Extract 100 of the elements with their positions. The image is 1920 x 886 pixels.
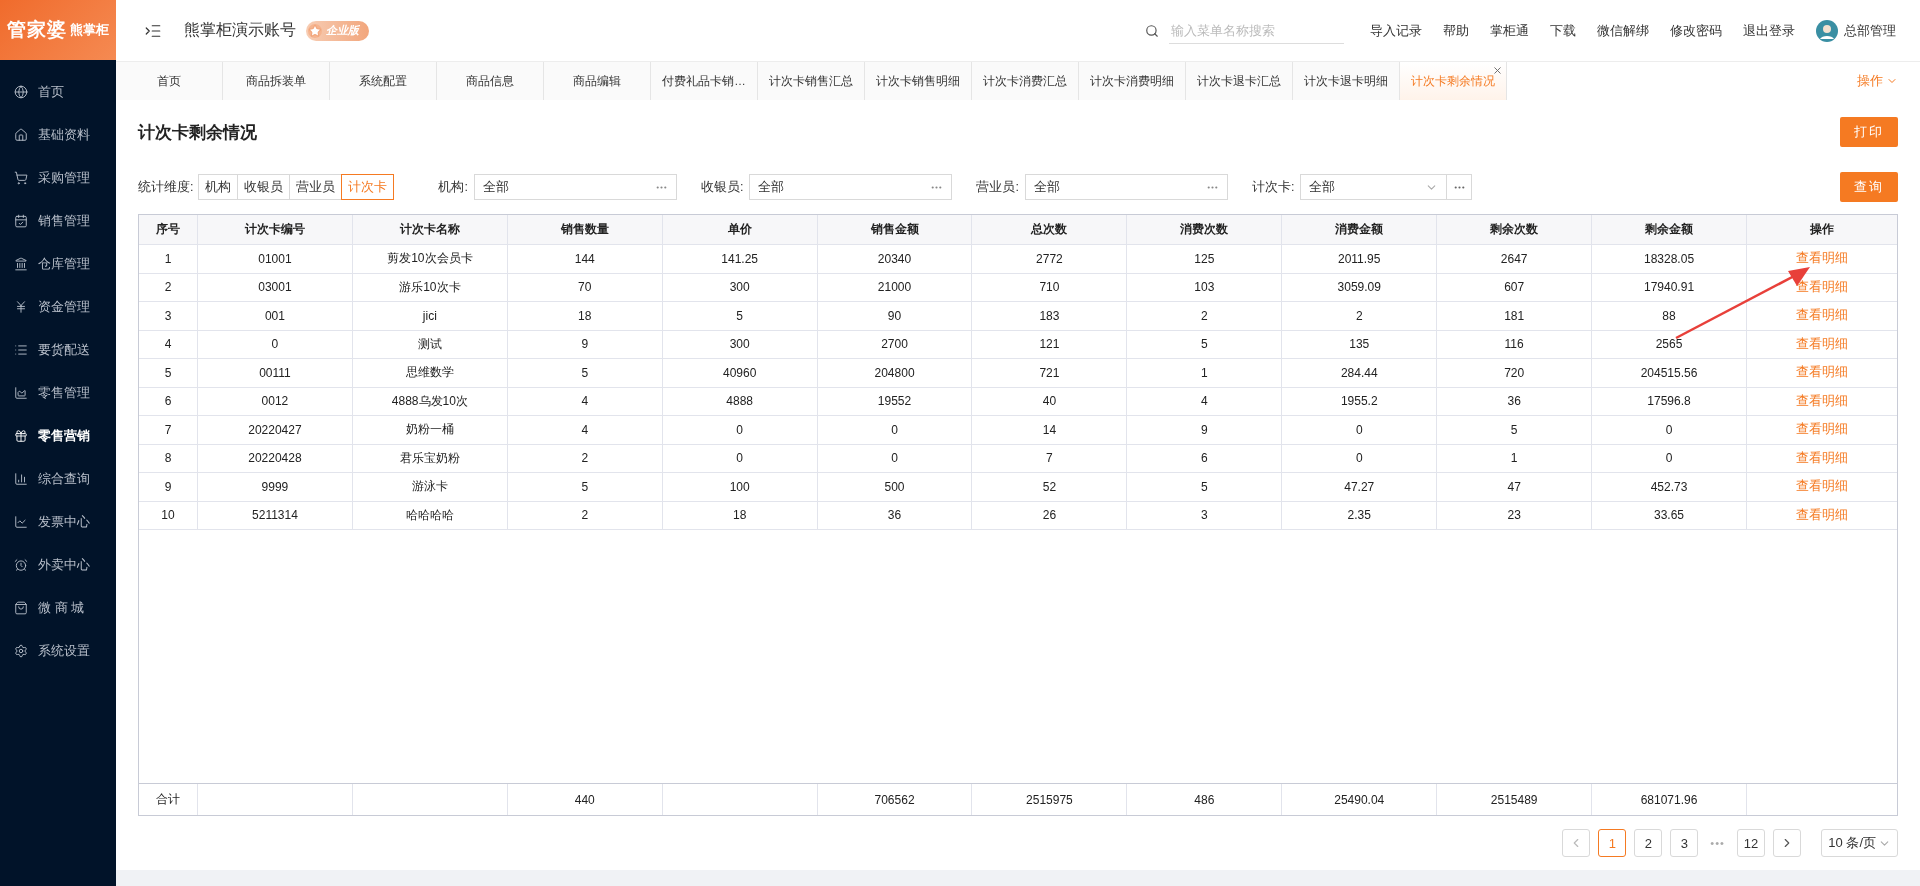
sidebar-item[interactable]: 首页 [0,70,116,113]
yen-icon [14,299,28,314]
page-tab[interactable]: 计次卡退卡明细 [1293,62,1400,100]
sidebar-item[interactable]: 综合查询 [0,457,116,500]
avatar-icon[interactable] [1816,19,1838,42]
table-cell: 18328.05 [1592,245,1747,273]
picker-field[interactable]: 全部 [749,174,953,200]
table-cell: 18 [662,501,818,529]
table-cell: 5 [1437,416,1593,444]
header-link[interactable]: 修改密码 [1670,21,1722,40]
dimension-option[interactable]: 机构 [198,174,239,200]
sidebar-item[interactable]: 基础资料 [0,113,116,156]
dimension-option[interactable]: 营业员 [289,174,343,200]
table-cell: 103 [1127,273,1283,301]
cart-icon [14,170,28,185]
bar-chart-icon [14,471,28,486]
table-cell: 7 [972,444,1128,472]
sidebar-item[interactable]: 仓库管理 [0,242,116,285]
table-cell: 0012 [198,387,353,415]
picker-field[interactable]: 全部 [473,174,677,200]
sidebar-item[interactable]: 系统设置 [0,629,116,672]
table-cell: 720 [1437,359,1593,387]
header-link[interactable]: 帮助 [1443,21,1469,40]
page-tab[interactable]: 计次卡退卡汇总 [1186,62,1293,100]
column-header: 剩余次数 [1437,215,1593,244]
sidebar-item[interactable]: 零售管理 [0,371,116,414]
table-cell: 0 [198,330,353,358]
table-cell: 47.27 [1282,473,1438,501]
table-cell: 14 [972,416,1128,444]
table-cell: 284.44 [1282,359,1438,387]
page-tab[interactable]: 计次卡消费明细 [1079,62,1186,100]
table-cell: 500 [817,473,973,501]
table-cell: 183 [972,302,1128,330]
page-button[interactable]: 3 [1670,829,1699,857]
page-size-select[interactable]: 10 条/页 [1821,829,1898,857]
page-tab[interactable]: 付费礼品卡销… [651,62,758,100]
table-cell: jici [352,302,508,330]
sidebar-item[interactable]: 销售管理 [0,199,116,242]
logo: 管家婆 熊掌柜 [0,0,116,60]
header-link[interactable]: 微信解绑 [1597,21,1649,40]
table-cell: 2011.95 [1282,245,1438,273]
filter-label: 统计维度: [138,178,194,196]
page-tab[interactable]: 计次卡销售汇总 [758,62,865,100]
header-link[interactable]: 掌柜通 [1490,21,1529,40]
sidebar-item[interactable]: 微 商 城 [0,586,116,629]
table-cell: 204515.56 [1592,359,1747,387]
header-link[interactable]: 下载 [1550,21,1576,40]
page-tab[interactable]: 商品拆装单 [223,62,330,100]
table-cell: 2647 [1437,245,1593,273]
table-cell: 116 [1437,330,1593,358]
page-button[interactable]: 12 [1736,829,1766,857]
table-cell: 33.65 [1592,501,1747,529]
sidebar-item[interactable]: 要货配送 [0,328,116,371]
table-cell: 3 [139,302,198,330]
header-link[interactable]: 退出登录 [1743,21,1795,40]
line-chart-icon [14,514,28,529]
ellipsis: ••• [1709,837,1726,849]
table-cell: 5 [507,359,663,387]
card-select[interactable]: 全部 [1300,174,1448,200]
search-icon[interactable] [1145,23,1159,38]
page-tab[interactable]: 首页 [116,62,223,100]
table-cell: 4888乌发10次 [352,387,508,415]
table-cell: 40 [972,387,1128,415]
total-cell: 合计 [156,791,180,808]
table-cell: 607 [1437,273,1593,301]
sidebar-item[interactable]: 发票中心 [0,500,116,543]
globe-icon [14,84,28,99]
page-tab[interactable]: 商品编辑 [544,62,651,100]
table-cell: 300 [662,273,818,301]
sidebar-item[interactable]: 资金管理 [0,285,116,328]
table-cell: 4 [507,416,663,444]
table-cell: 5211314 [198,501,353,529]
table-cell: 0 [817,416,973,444]
close-icon[interactable] [1492,65,1503,76]
sidebar-item[interactable]: 外卖中心 [0,543,116,586]
more-button[interactable] [1446,174,1473,200]
user-name[interactable]: 总部管理 [1844,21,1896,40]
sidebar-item[interactable]: 零售营销 [0,414,116,457]
header-link[interactable]: 导入记录 [1370,21,1422,40]
table-cell: 4 [139,330,198,358]
column-header: 总次数 [972,215,1128,244]
sidebar-item[interactable]: 采购管理 [0,156,116,199]
table-cell: 0 [662,416,818,444]
page-tab[interactable]: 系统配置 [330,62,437,100]
table-cell: 6 [1127,444,1283,472]
page-tab[interactable]: 商品信息 [437,62,544,100]
dimension-option[interactable]: 收银员 [237,174,291,200]
column-header: 计次卡名称 [352,215,508,244]
previous-page-button[interactable] [1562,829,1591,857]
page-tab[interactable]: 计次卡销售明细 [865,62,972,100]
page-tab[interactable]: 计次卡消费汇总 [972,62,1079,100]
picker-field[interactable]: 全部 [1024,174,1228,200]
column-header: 序号 [139,215,198,244]
table-cell: 9999 [198,473,353,501]
next-page-button[interactable] [1773,829,1802,857]
table-cell: 121 [972,330,1128,358]
table-cell: 0 [1592,444,1747,472]
column-header: 操作 [1747,215,1897,244]
table-cell: 21000 [817,273,973,301]
page-button[interactable]: 2 [1634,829,1663,857]
